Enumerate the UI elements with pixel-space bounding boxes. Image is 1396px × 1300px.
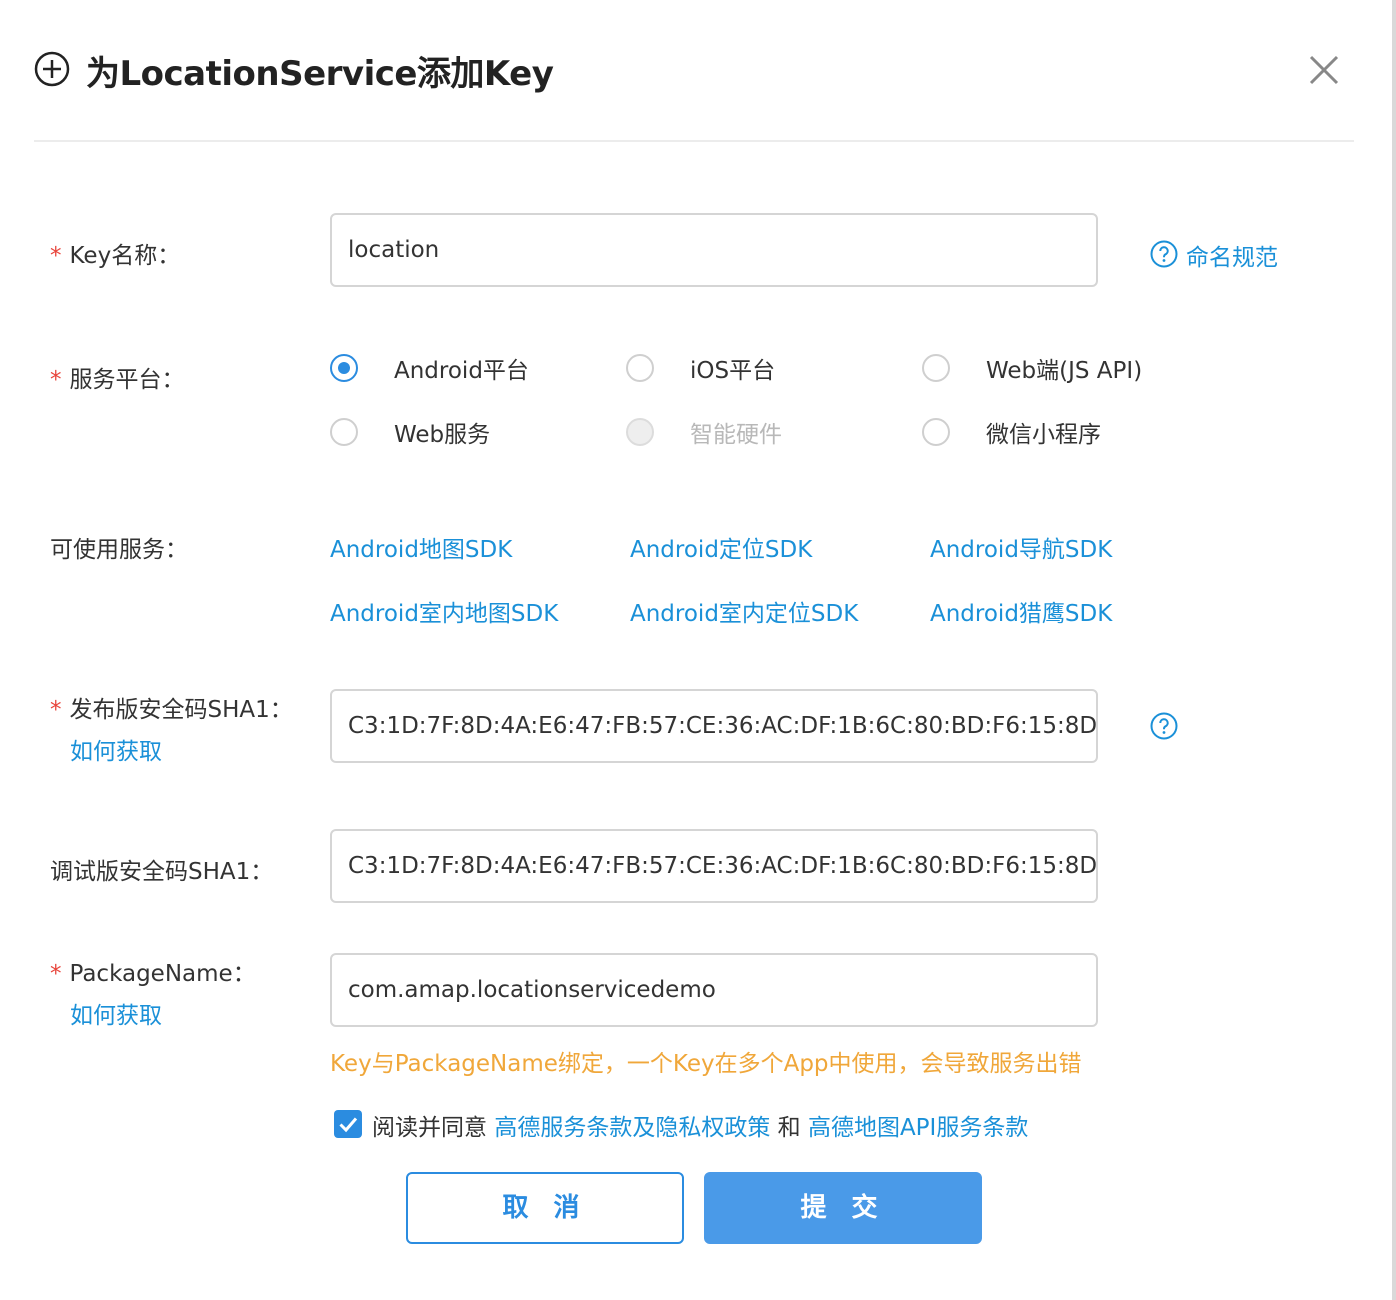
required-mark: * xyxy=(50,243,62,269)
service-link-falcon-sdk[interactable]: Android猎鹰SDK xyxy=(930,594,1112,628)
service-link-indoor-location-sdk[interactable]: Android室内定位SDK xyxy=(630,594,858,628)
service-link-navi-sdk[interactable]: Android导航SDK xyxy=(930,530,1112,564)
submit-button[interactable]: 提 交 xyxy=(704,1172,982,1244)
platform-label: * 服务平台： xyxy=(50,367,185,393)
sha1-help-icon[interactable] xyxy=(1150,712,1178,740)
check-icon xyxy=(339,1117,358,1133)
agreement-checkbox[interactable] xyxy=(334,1110,362,1138)
release-sha1-input[interactable] xyxy=(330,689,1098,763)
key-name-input[interactable] xyxy=(330,213,1098,287)
release-sha1-how-link[interactable]: 如何获取 xyxy=(70,732,162,766)
radio-wechat-mini[interactable] xyxy=(922,418,950,446)
radio-label-android: Android平台 xyxy=(394,358,529,384)
agreement-text: 阅读并同意 高德服务条款及隐私权政策 和 高德地图API服务条款 xyxy=(372,1108,1028,1142)
agreement-prefix: 阅读并同意 xyxy=(372,1115,495,1141)
radio-web-js[interactable] xyxy=(922,354,950,382)
right-edge-border xyxy=(1392,0,1396,1300)
agreement-and: 和 xyxy=(770,1115,808,1141)
dialog-header: 为LocationService添加Key xyxy=(0,0,1392,140)
dialog-title: 为LocationService添加Key xyxy=(86,54,554,94)
radio-web-service[interactable] xyxy=(330,418,358,446)
package-name-input[interactable] xyxy=(330,953,1098,1027)
debug-sha1-input[interactable] xyxy=(330,829,1098,903)
release-sha1-label: * 发布版安全码SHA1： xyxy=(50,697,293,723)
header-divider xyxy=(34,140,1354,142)
key-name-label: * Key名称： xyxy=(50,243,181,269)
naming-help-icon[interactable] xyxy=(1150,240,1178,268)
radio-smart-hardware xyxy=(626,418,654,446)
radio-label-wechat-mini: 微信小程序 xyxy=(986,422,1101,448)
radio-label-smart-hardware: 智能硬件 xyxy=(690,422,782,448)
radio-label-web-service: Web服务 xyxy=(394,422,491,448)
terms-privacy-link[interactable]: 高德服务条款及隐私权政策 xyxy=(494,1115,770,1141)
radio-ios[interactable] xyxy=(626,354,654,382)
radio-android[interactable] xyxy=(330,354,358,382)
add-circle-icon xyxy=(34,51,70,87)
package-name-label: * PackageName： xyxy=(50,961,256,987)
package-name-warning: Key与PackageName绑定，一个Key在多个App中使用，会导致服务出错 xyxy=(330,1051,1082,1077)
service-link-indoor-map-sdk[interactable]: Android室内地图SDK xyxy=(330,594,558,628)
cancel-button[interactable]: 取 消 xyxy=(406,1172,684,1244)
radio-label-web-js: Web端(JS API) xyxy=(986,358,1143,384)
debug-sha1-label: 调试版安全码SHA1： xyxy=(50,859,274,885)
close-icon[interactable] xyxy=(1306,52,1342,88)
services-label: 可使用服务： xyxy=(50,537,188,563)
naming-rules-link[interactable]: 命名规范 xyxy=(1186,238,1278,272)
radio-label-ios: iOS平台 xyxy=(690,358,776,384)
service-link-map-sdk[interactable]: Android地图SDK xyxy=(330,530,512,564)
api-terms-link[interactable]: 高德地图API服务条款 xyxy=(808,1115,1028,1141)
package-name-how-link[interactable]: 如何获取 xyxy=(70,996,162,1030)
service-link-location-sdk[interactable]: Android定位SDK xyxy=(630,530,812,564)
